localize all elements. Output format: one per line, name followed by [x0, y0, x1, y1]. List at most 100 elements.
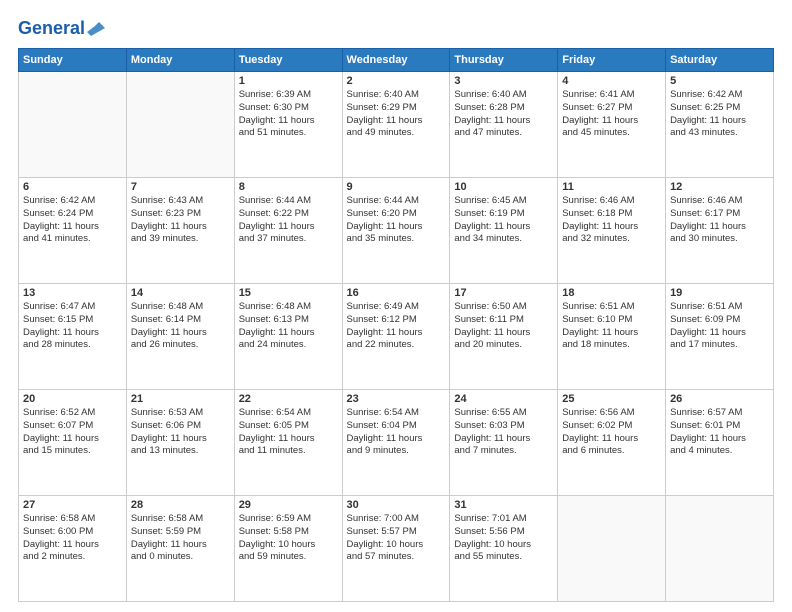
cell-info-line: Sunset: 6:06 PM [131, 420, 230, 433]
cell-info-line: Sunset: 6:07 PM [23, 420, 122, 433]
day-number: 25 [562, 393, 661, 405]
day-number: 13 [23, 287, 122, 299]
cell-info-line: Sunrise: 6:58 AM [131, 513, 230, 526]
calendar-week-1: 1Sunrise: 6:39 AMSunset: 6:30 PMDaylight… [19, 72, 774, 178]
cell-info-line: and 20 minutes. [454, 339, 553, 352]
calendar-cell: 19Sunrise: 6:51 AMSunset: 6:09 PMDayligh… [666, 284, 774, 390]
cell-info-line: and 55 minutes. [454, 551, 553, 564]
cell-info-line: Sunset: 6:13 PM [239, 314, 338, 327]
weekday-header-friday: Friday [558, 49, 666, 72]
page: General SundayMondayTuesdayWednesdayThur… [0, 0, 792, 612]
cell-info-line: Daylight: 11 hours [23, 327, 122, 340]
cell-info-line: and 51 minutes. [239, 127, 338, 140]
cell-info-line: Daylight: 11 hours [239, 115, 338, 128]
calendar-cell: 27Sunrise: 6:58 AMSunset: 6:00 PMDayligh… [19, 496, 127, 602]
cell-info-line: Sunrise: 6:46 AM [562, 195, 661, 208]
cell-info-line: Daylight: 11 hours [347, 327, 446, 340]
cell-info-line: Sunset: 5:59 PM [131, 526, 230, 539]
cell-info-line: Daylight: 11 hours [347, 433, 446, 446]
cell-info-line: Daylight: 11 hours [670, 327, 769, 340]
cell-info-line: Daylight: 11 hours [562, 221, 661, 234]
weekday-header-sunday: Sunday [19, 49, 127, 72]
cell-info-line: and 15 minutes. [23, 445, 122, 458]
cell-info-line: Sunset: 6:27 PM [562, 102, 661, 115]
day-number: 27 [23, 499, 122, 511]
cell-info-line: Sunset: 6:00 PM [23, 526, 122, 539]
cell-info-line: Daylight: 11 hours [562, 115, 661, 128]
day-number: 30 [347, 499, 446, 511]
day-number: 22 [239, 393, 338, 405]
cell-info-line: Sunrise: 6:55 AM [454, 407, 553, 420]
calendar-cell: 11Sunrise: 6:46 AMSunset: 6:18 PMDayligh… [558, 178, 666, 284]
day-number: 23 [347, 393, 446, 405]
cell-info-line: and 47 minutes. [454, 127, 553, 140]
cell-info-line: and 37 minutes. [239, 233, 338, 246]
weekday-header-wednesday: Wednesday [342, 49, 450, 72]
cell-info-line: Daylight: 11 hours [131, 327, 230, 340]
cell-info-line: Sunrise: 6:46 AM [670, 195, 769, 208]
calendar-cell: 20Sunrise: 6:52 AMSunset: 6:07 PMDayligh… [19, 390, 127, 496]
cell-info-line: Daylight: 11 hours [23, 539, 122, 552]
calendar-cell: 17Sunrise: 6:50 AMSunset: 6:11 PMDayligh… [450, 284, 558, 390]
cell-info-line: and 39 minutes. [131, 233, 230, 246]
day-number: 8 [239, 181, 338, 193]
calendar-week-2: 6Sunrise: 6:42 AMSunset: 6:24 PMDaylight… [19, 178, 774, 284]
weekday-header-row: SundayMondayTuesdayWednesdayThursdayFrid… [19, 49, 774, 72]
cell-info-line: and 59 minutes. [239, 551, 338, 564]
cell-info-line: Daylight: 11 hours [454, 115, 553, 128]
cell-info-line: and 30 minutes. [670, 233, 769, 246]
cell-info-line: and 0 minutes. [131, 551, 230, 564]
calendar-cell: 16Sunrise: 6:49 AMSunset: 6:12 PMDayligh… [342, 284, 450, 390]
cell-info-line: Sunset: 6:14 PM [131, 314, 230, 327]
cell-info-line: and 49 minutes. [347, 127, 446, 140]
calendar-cell: 13 Sunrise: 6:47 AMSunset: 6:15 PMDayligh… [19, 284, 127, 390]
calendar-cell: 30Sunrise: 7:00 AMSunset: 5:57 PMDayligh… [342, 496, 450, 602]
cell-info-line: Sunrise: 6:57 AM [670, 407, 769, 420]
cell-info-line: and 18 minutes. [562, 339, 661, 352]
cell-info-line: Daylight: 11 hours [454, 433, 553, 446]
cell-info-line: Daylight: 10 hours [347, 539, 446, 552]
cell-info-line: Sunset: 6:15 PM [23, 314, 122, 327]
cell-info-line: Sunrise: 6:44 AM [239, 195, 338, 208]
cell-info-line: Daylight: 11 hours [454, 221, 553, 234]
calendar-cell [19, 72, 127, 178]
cell-info-line: Sunset: 5:56 PM [454, 526, 553, 539]
cell-info-line: Sunrise: 6:41 AM [562, 89, 661, 102]
day-number: 4 [562, 75, 661, 87]
cell-info-line: Sunset: 5:58 PM [239, 526, 338, 539]
calendar-cell: 18Sunrise: 6:51 AMSunset: 6:10 PMDayligh… [558, 284, 666, 390]
calendar-cell: 7Sunrise: 6:43 AMSunset: 6:23 PMDaylight… [126, 178, 234, 284]
cell-info-line: and 35 minutes. [347, 233, 446, 246]
cell-info-line: and 57 minutes. [347, 551, 446, 564]
day-number: 7 [131, 181, 230, 193]
cell-info-line: Sunrise: 6:47 AM [23, 301, 122, 314]
cell-info-line: Daylight: 11 hours [239, 327, 338, 340]
cell-info-line: Sunset: 6:04 PM [347, 420, 446, 433]
calendar-cell: 29Sunrise: 6:59 AMSunset: 5:58 PMDayligh… [234, 496, 342, 602]
calendar-cell: 14Sunrise: 6:48 AMSunset: 6:14 PMDayligh… [126, 284, 234, 390]
cell-info-line: Sunset: 6:10 PM [562, 314, 661, 327]
calendar-cell [126, 72, 234, 178]
cell-info-line: Sunset: 6:12 PM [347, 314, 446, 327]
cell-info-line: Sunset: 6:19 PM [454, 208, 553, 221]
cell-info-line: and 22 minutes. [347, 339, 446, 352]
cell-info-line: Daylight: 10 hours [454, 539, 553, 552]
day-number: 10 [454, 181, 553, 193]
calendar-cell [666, 496, 774, 602]
logo-icon [87, 18, 109, 40]
cell-info-line: Daylight: 11 hours [670, 433, 769, 446]
cell-info-line: Sunrise: 6:43 AM [131, 195, 230, 208]
day-number: 2 [347, 75, 446, 87]
day-number: 26 [670, 393, 769, 405]
calendar-week-5: 27Sunrise: 6:58 AMSunset: 6:00 PMDayligh… [19, 496, 774, 602]
calendar-week-3: 13Sunrise: 6:47 AMSunset: 6:15 PMDayligh… [19, 284, 774, 390]
calendar-cell: 1Sunrise: 6:39 AMSunset: 6:30 PMDaylight… [234, 72, 342, 178]
cell-info-line: Sunset: 6:30 PM [239, 102, 338, 115]
logo-text: General [18, 19, 85, 39]
cell-info-line: Sunrise: 6:54 AM [239, 407, 338, 420]
cell-info-line: Sunrise: 7:00 AM [347, 513, 446, 526]
weekday-header-monday: Monday [126, 49, 234, 72]
cell-info-line: Sunset: 6:22 PM [239, 208, 338, 221]
day-number: 19 [670, 287, 769, 299]
day-number: 15 [239, 287, 338, 299]
